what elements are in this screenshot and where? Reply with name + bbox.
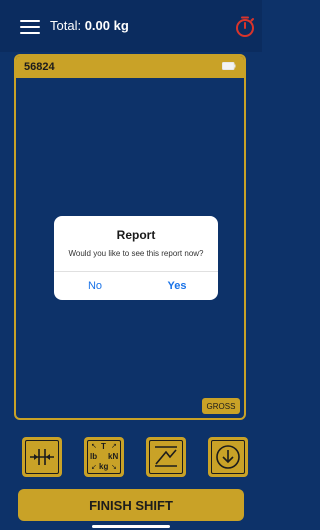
- report-dialog: Report Would you like to see this report…: [54, 216, 218, 300]
- chart-icon: [149, 440, 183, 474]
- unit-kg: kg: [99, 462, 109, 471]
- finish-shift-button[interactable]: FINISH SHIFT: [18, 489, 244, 521]
- arrow-se-icon: ↘: [111, 464, 117, 471]
- download-button[interactable]: [208, 437, 248, 477]
- dialog-title: Report: [116, 228, 156, 242]
- no-button[interactable]: No: [54, 272, 136, 300]
- dialog-message: Would you like to see this report now?: [68, 249, 204, 258]
- home-indicator: [92, 525, 170, 528]
- zero-button[interactable]: [22, 437, 62, 477]
- unit-lb: lb: [90, 452, 98, 461]
- arrow-ne-icon: ↗: [111, 443, 117, 450]
- zero-icon: [25, 440, 59, 474]
- download-icon: [211, 440, 245, 474]
- arrow-sw-icon: ↙: [91, 464, 97, 471]
- chart-button[interactable]: [146, 437, 186, 477]
- unit-kn: kN: [108, 452, 119, 461]
- arrow-nw-icon: ↖: [91, 443, 97, 450]
- unit-t: T: [101, 442, 106, 451]
- yes-button[interactable]: Yes: [136, 272, 218, 300]
- units-button[interactable]: T lb kN kg ↖ ↗ ↙ ↘: [84, 437, 124, 477]
- units-icon: T lb kN kg ↖ ↗ ↙ ↘: [87, 440, 121, 474]
